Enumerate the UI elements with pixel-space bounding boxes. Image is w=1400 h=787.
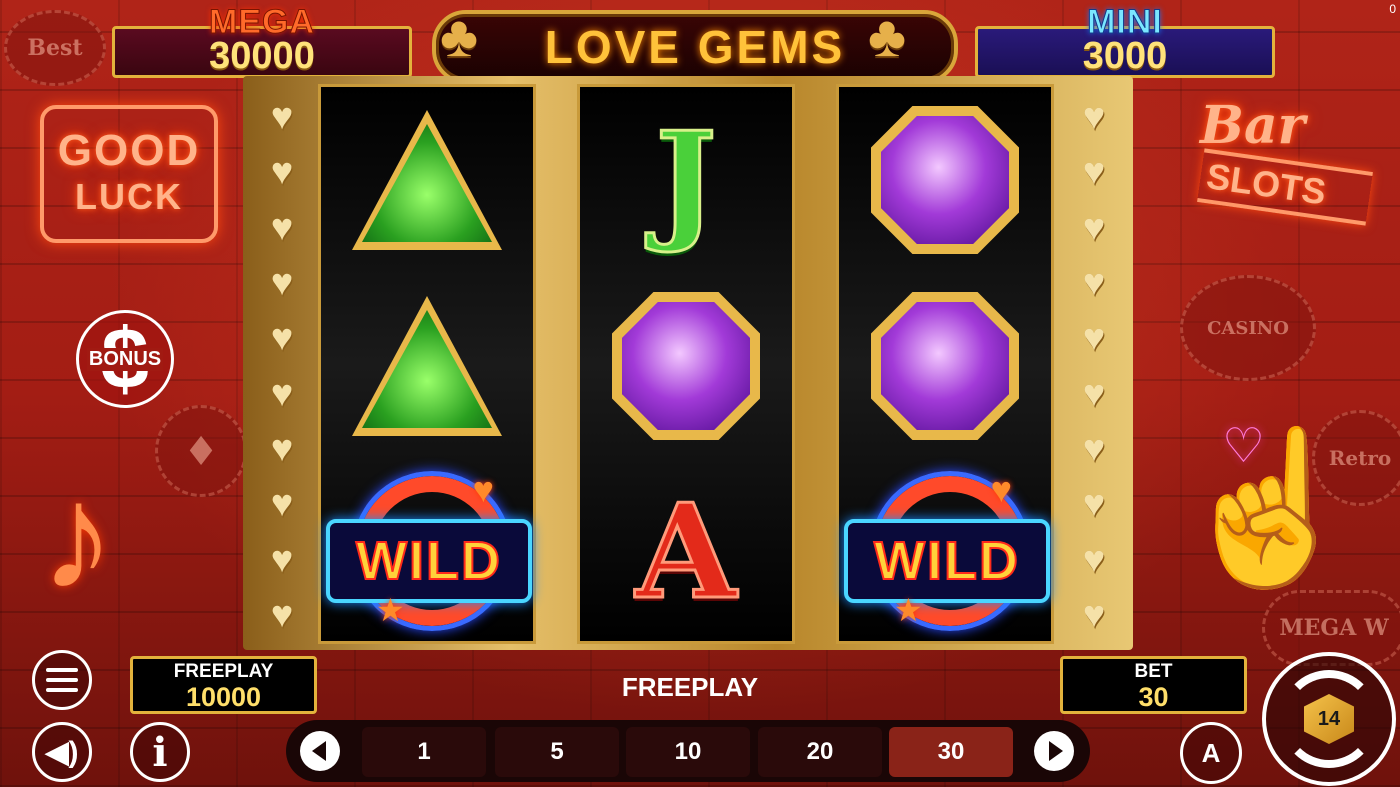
bet-option-30[interactable]: 30 — [889, 727, 1013, 777]
slots-text: SLOTS — [1197, 148, 1373, 226]
mega-jackpot: MEGA 30000 — [112, 3, 412, 78]
game-title: LOVE GEMS — [544, 21, 846, 73]
autoplay-icon: A — [1201, 737, 1221, 768]
cupid-right-icon: ♣ — [868, 4, 907, 69]
star-icon: ★ — [376, 592, 405, 628]
freeplay-label: FREEPLAY — [173, 661, 274, 682]
sound-button[interactable]: ◀) — [32, 722, 92, 782]
payline-hearts-left: ♥ ♥ ♥ ♥ ♥ ♥ ♥ ♥ ♥ ♥ — [250, 88, 314, 644]
heart-icon: ♥ — [270, 538, 294, 581]
green-triangle-gem-symbol — [321, 273, 533, 459]
heart-icon: ♥ — [1082, 538, 1106, 581]
cupid-left-icon: ♣ — [440, 4, 479, 69]
star-icon: ★ — [894, 592, 923, 628]
heart-icon: ♥ — [1082, 317, 1106, 360]
bet-display: BET 30 — [1060, 656, 1247, 714]
bet-label: BET — [1134, 661, 1173, 682]
bonus-button[interactable]: $ BONUS — [76, 310, 174, 408]
best-badge: Best — [4, 10, 106, 86]
letter-a: A — [634, 475, 738, 628]
corner-counter: 0 — [1389, 2, 1396, 16]
reel-1: ♥ WILD ★ — [318, 84, 536, 644]
menu-button[interactable] — [32, 650, 92, 710]
freeplay-balance: FREEPLAY 10000 — [130, 656, 317, 714]
status-message: FREEPLAY — [621, 672, 759, 702]
mini-jackpot: MINI 3000 — [975, 3, 1275, 78]
bet-option-10[interactable]: 10 — [626, 727, 750, 777]
mini-jackpot-value: 3000 — [1082, 35, 1168, 77]
heart-icon: ♥ — [990, 469, 1012, 510]
bet-option-1[interactable]: 1 — [362, 727, 486, 777]
wild-symbol: ♥ WILD ★ — [839, 459, 1051, 645]
menu-icon — [46, 678, 78, 682]
reel-3: ♥ WILD ★ — [836, 84, 1054, 644]
heart-icon: ♥ — [270, 206, 294, 249]
diamond-badge-icon: ♦ — [155, 405, 247, 497]
hand-neon-icon: ☝ — [1175, 423, 1362, 591]
spin-button[interactable]: 14 — [1262, 652, 1396, 786]
heart-icon: ♥ — [1082, 261, 1106, 304]
heart-icon: ♥ — [1082, 151, 1106, 194]
bet-option-5[interactable]: 5 — [495, 727, 619, 777]
heart-icon: ♥ — [270, 593, 294, 636]
saxophone-neon-icon: ♪ — [40, 452, 115, 620]
bar-slots-neon-sign: Bar SLOTS — [1197, 95, 1373, 245]
heart-icon: ♥ — [270, 261, 294, 304]
heart-neon-icon: ♡ — [1222, 420, 1266, 473]
freeplay-value: 10000 — [185, 682, 262, 712]
reel-2: J A — [577, 84, 795, 644]
autoplay-button[interactable]: A — [1180, 722, 1242, 784]
heart-icon: ♥ — [472, 469, 494, 510]
arrow-right-icon — [1048, 741, 1063, 761]
bet-option-20[interactable]: 20 — [758, 727, 882, 777]
info-icon: i — [152, 728, 168, 776]
good-luck-line2: LUCK — [75, 176, 183, 217]
wild-symbol: ♥ WILD ★ — [321, 459, 533, 645]
casino-badge: CASINO — [1180, 275, 1316, 381]
wild-text: WILD — [873, 530, 1020, 592]
heart-icon: ♥ — [1082, 372, 1106, 415]
payline-hearts-right: ♥ ♥ ♥ ♥ ♥ ♥ ♥ ♥ ♥ ♥ — [1062, 88, 1126, 644]
wild-text: WILD — [355, 530, 502, 592]
bet-prev-button[interactable] — [300, 731, 340, 771]
heart-icon: ♥ — [270, 96, 294, 138]
heart-icon: ♥ — [1082, 206, 1106, 249]
green-triangle-gem-symbol — [321, 87, 533, 273]
letter-j-symbol: J — [580, 87, 792, 273]
speaker-icon: ◀) — [45, 735, 79, 769]
purple-octagon-gem-symbol — [839, 87, 1051, 273]
heart-icon: ♥ — [270, 372, 294, 415]
bonus-label: BONUS — [86, 347, 164, 371]
mega-jackpot-value: 30000 — [209, 35, 315, 77]
good-luck-neon-sign: GOOD LUCK — [40, 105, 218, 243]
heart-icon: ♥ — [1082, 483, 1106, 526]
letter-a-symbol: A — [580, 459, 792, 645]
purple-octagon-gem-symbol — [839, 273, 1051, 459]
arrow-left-icon — [311, 741, 326, 761]
heart-icon: ♥ — [270, 151, 294, 194]
letter-j: J — [654, 103, 718, 256]
heart-icon: ♥ — [1082, 593, 1106, 636]
heart-icon: ♥ — [1082, 427, 1106, 470]
good-luck-line1: GOOD — [57, 126, 201, 175]
heart-icon: ♥ — [1082, 96, 1106, 138]
bet-next-button[interactable] — [1034, 731, 1074, 771]
purple-octagon-gem-symbol — [580, 273, 792, 459]
bet-value: 30 — [1138, 682, 1169, 712]
heart-icon: ♥ — [270, 317, 294, 360]
bar-script-text: Bar — [1200, 95, 1306, 156]
info-button[interactable]: i — [130, 722, 190, 782]
heart-icon: ♥ — [270, 483, 294, 526]
heart-icon: ♥ — [270, 427, 294, 470]
